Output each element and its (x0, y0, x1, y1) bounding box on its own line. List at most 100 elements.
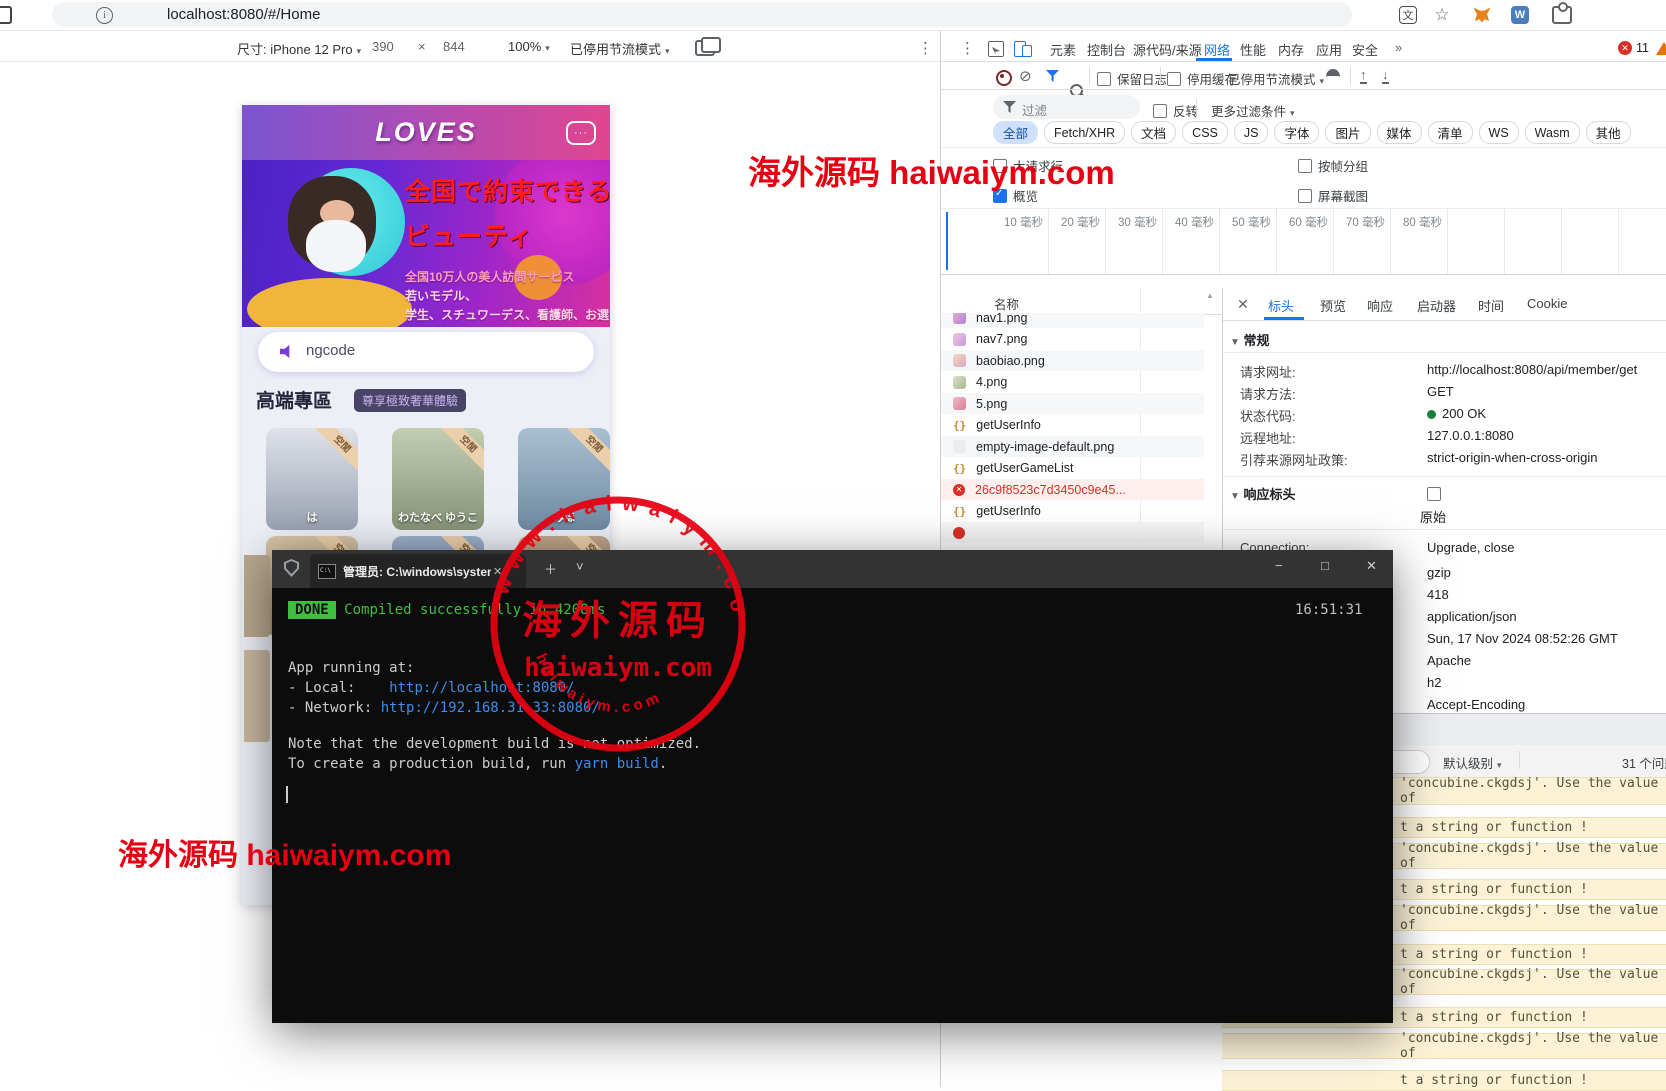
throttling-select[interactable]: 已停用节流模式▾ (570, 39, 670, 58)
response-headers-section[interactable]: ▼ 响应标头 (1230, 484, 1296, 503)
export-har-icon[interactable]: ↓ (1382, 67, 1389, 84)
filter-doc[interactable]: 文档 (1131, 121, 1176, 144)
close-window-icon[interactable]: ✕ (1366, 558, 1377, 574)
terminal-window[interactable]: C:\ 管理员: C:\windows\system32 ✕ ＋ ˅ − □ ✕… (272, 550, 1393, 1023)
filter-fetch-xhr[interactable]: Fetch/XHR (1044, 121, 1125, 144)
request-row[interactable]: {}getUserInfo (941, 414, 1204, 436)
tab-preview[interactable]: 预览 (1320, 296, 1346, 315)
tab-console[interactable]: 控制台 (1087, 40, 1126, 59)
filter-input[interactable] (993, 95, 1140, 119)
filter-media[interactable]: 媒体 (1377, 121, 1422, 144)
image-thumb-icon (953, 397, 966, 410)
clear-network-log-icon[interactable]: ⊘ (1019, 67, 1032, 85)
request-row-partial[interactable] (941, 522, 1204, 543)
request-row[interactable]: nav1.png (941, 313, 1204, 328)
request-row-error[interactable]: ✕26c9f8523c7d3450c9e45... (941, 479, 1204, 500)
emulation-menu-kebab-icon[interactable]: ⋮ (918, 39, 933, 57)
url-text[interactable]: localhost:8080/#/Home (167, 6, 320, 23)
disable-cache-checkbox[interactable]: 停用缓存 (1167, 69, 1237, 89)
filter-all[interactable]: 全部 (993, 121, 1038, 144)
console-warning[interactable]: t a string or function ! (1222, 1070, 1666, 1091)
rotate-device-icon[interactable] (695, 40, 715, 56)
network-throttling-select[interactable]: 已停用节流模式▾ (1228, 69, 1324, 88)
error-icon: ✕ (953, 484, 965, 496)
device-height[interactable]: 844 (443, 39, 465, 54)
extensions-puzzle-icon[interactable] (1552, 5, 1572, 25)
chat-bubble-icon[interactable]: ··· (566, 121, 596, 145)
checkbox-icon (1427, 487, 1441, 501)
network-conditions-icon[interactable] (1326, 69, 1340, 84)
model-card[interactable]: 空閒 は (266, 428, 358, 530)
minimize-icon[interactable]: − (1275, 558, 1283, 573)
device-width[interactable]: 390 (372, 39, 394, 54)
invert-filter-checkbox[interactable]: 反转 (1153, 101, 1198, 121)
tab-timing[interactable]: 时间 (1478, 296, 1504, 315)
warning-badge-icon[interactable] (1656, 42, 1666, 55)
docs-extension-icon[interactable]: W (1510, 5, 1530, 25)
model-card[interactable]: 空閒 わたなべ ゆうこ (392, 428, 484, 530)
request-row[interactable]: empty-image-default.png (941, 436, 1204, 457)
more-tabs-chevron[interactable]: » (1395, 40, 1402, 55)
record-network-log-icon[interactable] (996, 70, 1012, 86)
scroll-up-icon[interactable]: ▲ (1206, 291, 1214, 300)
general-section-header[interactable]: ▼ 常规 (1230, 330, 1270, 349)
maximize-icon[interactable]: □ (1321, 558, 1329, 573)
metamask-extension-icon[interactable] (1472, 5, 1492, 25)
filter-font[interactable]: 字体 (1274, 121, 1319, 144)
network-overview-timeline[interactable]: 10 毫秒 20 毫秒 30 毫秒 40 毫秒 50 毫秒 60 毫秒 70 毫… (941, 208, 1666, 275)
checkbox-icon (1097, 72, 1111, 86)
zoom-select[interactable]: 100%▾ (508, 39, 550, 54)
console-warning[interactable]: 'concubine.ckgdsj'. Use the value of (1222, 1033, 1666, 1059)
request-row[interactable]: {}getUserInfo (941, 500, 1204, 522)
group-by-frame-checkbox[interactable]: 按帧分组 (1298, 156, 1368, 176)
console-level-select[interactable]: 默认级别▾ (1443, 753, 1502, 772)
tab-performance[interactable]: 性能 (1240, 40, 1266, 59)
close-details-icon[interactable]: ✕ (1237, 296, 1249, 313)
tab-network[interactable]: 网络 (1204, 40, 1230, 59)
filter-ws[interactable]: WS (1479, 121, 1519, 144)
filter-other[interactable]: 其他 (1586, 121, 1631, 144)
site-info-icon[interactable]: i (96, 7, 113, 24)
translate-icon[interactable]: 文 (1398, 5, 1418, 25)
tab-application[interactable]: 应用 (1316, 40, 1342, 59)
tab-memory[interactable]: 内存 (1278, 40, 1304, 59)
promo-banner[interactable]: 全国で約束できる ビューティ 全国10万人の美人訪問サービス 若いモデル、 学生… (242, 160, 610, 327)
notice-marquee[interactable]: ngcode (258, 332, 594, 372)
tab-sources[interactable]: 源代码/来源 (1133, 40, 1202, 59)
bookmark-star-icon[interactable]: ☆ (1432, 5, 1452, 25)
more-filters-dropdown[interactable]: 更多过滤条件▾ (1211, 101, 1295, 120)
devtools-kebab-icon[interactable]: ⋮ (960, 39, 975, 57)
filter-manifest[interactable]: 清单 (1428, 121, 1473, 144)
tab-cookies[interactable]: Cookie (1527, 296, 1567, 311)
tab-response[interactable]: 响应 (1367, 296, 1393, 315)
tab-elements[interactable]: 元素 (1050, 40, 1076, 59)
back-icon[interactable] (0, 6, 12, 24)
filter-img[interactable]: 图片 (1325, 121, 1370, 144)
request-row[interactable]: nav7.png (941, 328, 1204, 350)
divider (1519, 751, 1520, 769)
tab-initiator[interactable]: 启动器 (1417, 296, 1456, 315)
terminal-titlebar[interactable]: C:\ 管理员: C:\windows\system32 ✕ ＋ ˅ − □ ✕ (272, 550, 1393, 588)
device-select[interactable]: 尺寸: iPhone 12 Pro▾ (237, 39, 361, 58)
issues-counter[interactable]: 31 个问题 (1622, 753, 1666, 772)
response-header-value: Upgrade, close (1427, 540, 1514, 555)
error-badge-icon[interactable]: ✕ (1618, 41, 1632, 55)
preserve-log-checkbox[interactable]: 保留日志 (1097, 69, 1167, 89)
request-row[interactable]: {}getUserGameList (941, 457, 1204, 479)
shield-icon (284, 559, 299, 577)
raw-headers-checkbox[interactable] (1427, 486, 1441, 504)
response-header-value: application/json (1427, 609, 1517, 624)
filter-icon[interactable] (1046, 70, 1059, 82)
request-row[interactable]: baobiao.png (941, 350, 1204, 371)
tab-headers[interactable]: 标头 (1268, 296, 1294, 315)
filter-css[interactable]: CSS (1182, 121, 1228, 144)
requests-name-header[interactable]: 名称 (994, 294, 1019, 313)
divider (1196, 99, 1197, 117)
screenshots-checkbox[interactable]: 屏幕截图 (1298, 186, 1368, 206)
request-row[interactable]: 5.png (941, 393, 1204, 414)
filter-js[interactable]: JS (1234, 121, 1269, 144)
import-har-icon[interactable]: ↑ (1360, 67, 1367, 84)
tab-security[interactable]: 安全 (1352, 40, 1378, 59)
filter-wasm[interactable]: Wasm (1525, 121, 1580, 144)
request-row[interactable]: 4.png (941, 371, 1204, 393)
